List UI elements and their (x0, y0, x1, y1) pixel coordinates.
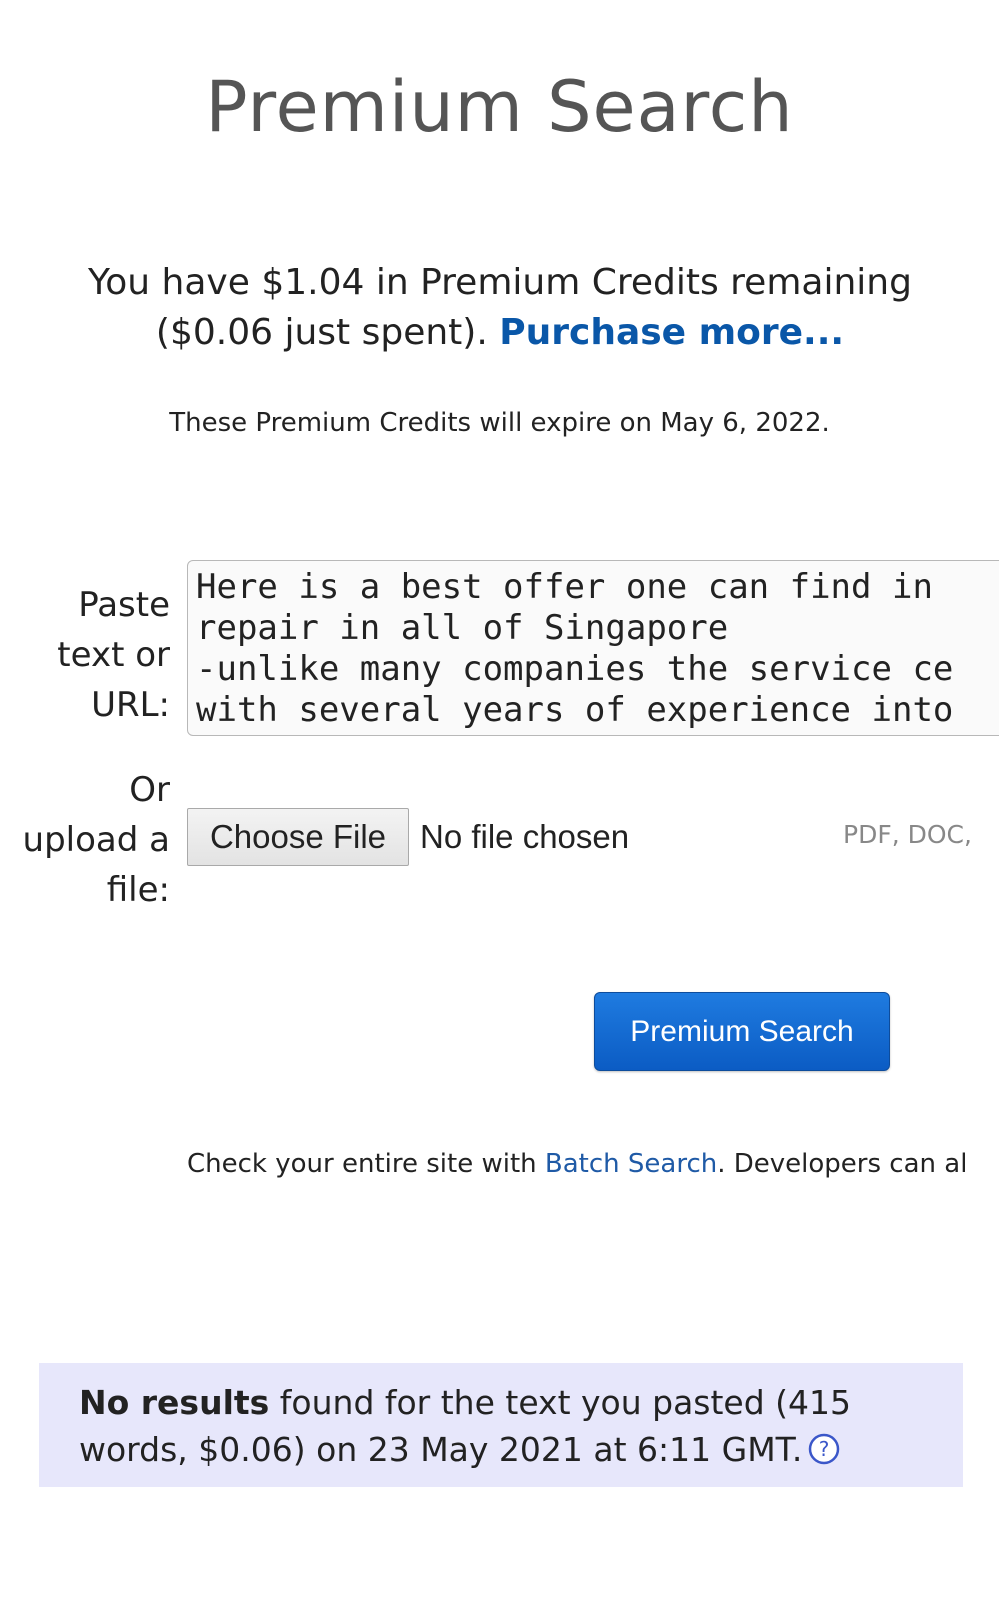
no-results-label: No results (79, 1383, 270, 1422)
paste-text-input[interactable]: Here is a best offer one can find in rep… (187, 560, 999, 736)
question-circle-icon[interactable]: ? (808, 1430, 840, 1465)
page-title: Premium Search (205, 66, 794, 148)
batch-prefix-text: Check your entire site with (187, 1149, 545, 1179)
paste-text-label: Paste text or URL: (57, 585, 170, 725)
batch-search-link[interactable]: Batch Search (545, 1149, 717, 1179)
svg-text:?: ? (819, 1437, 830, 1461)
premium-search-button[interactable]: Premium Search (594, 992, 890, 1071)
results-panel: No results found for the text you pasted… (39, 1363, 963, 1487)
purchase-more-link[interactable]: Purchase more... (499, 312, 844, 353)
choose-file-button[interactable]: Choose File (187, 808, 409, 866)
credits-expiry-text: These Premium Credits will expire on May… (169, 408, 830, 438)
upload-file-label: Or upload a file: (22, 770, 170, 910)
batch-suffix-text: . Developers can also (717, 1149, 965, 1179)
no-file-chosen-text: No file chosen (420, 818, 630, 855)
batch-search-note: Check your entire site with Batch Search… (187, 1149, 965, 1179)
file-types-hint: PDF, DOC, (843, 820, 972, 849)
credits-summary: You have $1.04 in Premium Credits remain… (40, 258, 960, 358)
